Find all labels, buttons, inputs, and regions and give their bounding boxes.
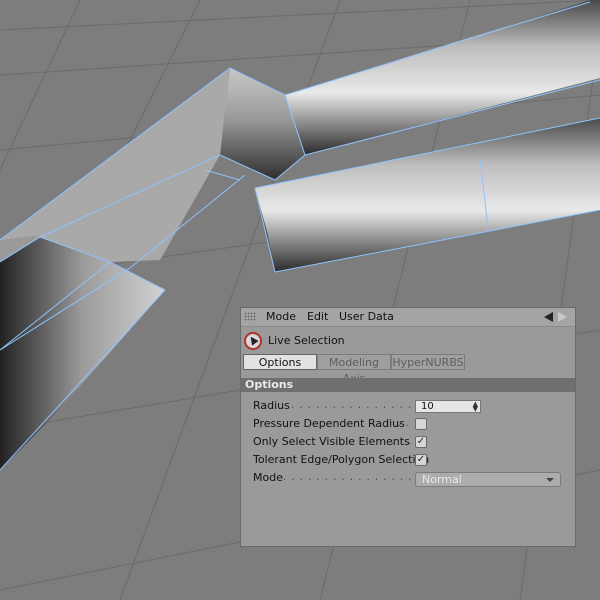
panel-grip-icon[interactable] [244,312,256,321]
tolerant-checkbox[interactable]: ✓ [415,454,427,466]
tolerant-row: Tolerant Edge/Polygon Selection ✓ [253,452,563,468]
menu-user-data[interactable]: User Data [339,310,394,323]
radius-input[interactable]: 10 ▲ ▼ [415,400,481,413]
mode-label: Mode [253,471,283,484]
back-arrow-icon[interactable] [544,312,553,322]
menu-edit[interactable]: Edit [307,310,328,323]
tolerant-label: Tolerant Edge/Polygon Selection [253,453,430,466]
mode-row: Mode . . . . . . . . . . . . . . . . . .… [253,470,563,487]
visible-only-checkbox[interactable]: ✓ [415,436,427,448]
options-section-header: Options [241,378,575,392]
leader-dots: . . . . [391,436,413,447]
mode-dropdown[interactable]: Normal [415,472,561,487]
radius-row: Radius . . . . . . . . . . . . . . . . .… [253,398,563,414]
leader-dots: . . . . [389,418,413,429]
tab-options[interactable]: Options [243,354,317,370]
leader-dots: . . . . . . . . . . . . . . . . . . . . [291,400,413,411]
live-selection-icon [244,332,262,350]
menu-mode[interactable]: Mode [266,310,296,323]
pressure-row: Pressure Dependent Radius . . . . [253,416,563,432]
forward-arrow-icon[interactable] [558,312,567,322]
tool-name: Live Selection [268,334,345,347]
pressure-checkbox[interactable] [415,418,427,430]
mode-value: Normal [422,473,462,486]
attribute-manager-panel: Mode Edit User Data Live Selection Optio… [240,307,576,547]
visible-only-row: Only Select Visible Elements . . . . ✓ [253,434,563,450]
pressure-label: Pressure Dependent Radius [253,417,405,430]
radius-value: 10 [421,401,434,412]
panel-menubar: Mode Edit User Data [241,308,575,327]
tab-hypernurbs[interactable]: HyperNURBS [391,354,465,370]
tab-modeling-axis[interactable]: Modeling Axis [317,354,391,385]
radius-label: Radius [253,399,290,412]
leader-dots: . . . . . . . . . . . . . . . . . . . . … [283,472,413,483]
tool-header: Live Selection [241,330,575,352]
visible-only-label: Only Select Visible Elements [253,435,410,448]
radius-spinner-icon[interactable]: ▲ ▼ [473,401,478,413]
chevron-down-icon [546,478,554,482]
